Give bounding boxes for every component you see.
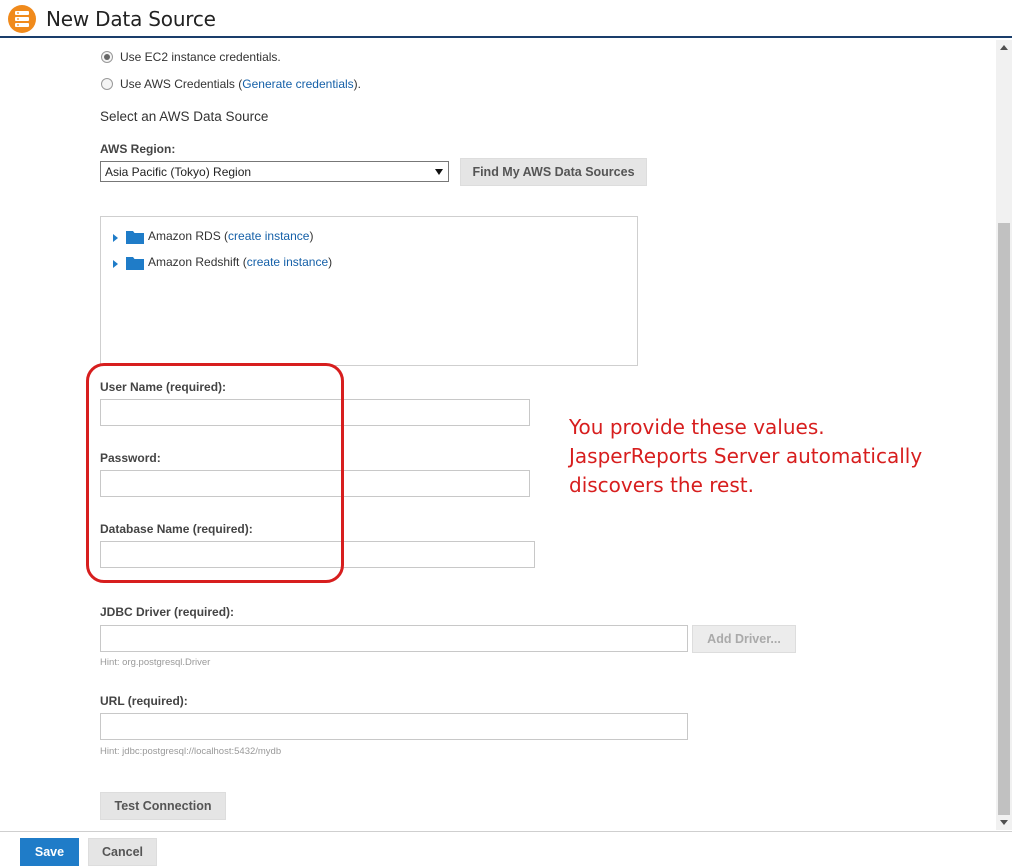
generate-credentials-link[interactable]: Generate credentials (242, 77, 353, 91)
test-connection-button[interactable]: Test Connection (100, 792, 226, 820)
amazon-rds-label: Amazon RDS (148, 229, 221, 243)
folder-icon (126, 257, 144, 270)
jdbc-driver-label: JDBC Driver (required): (100, 605, 235, 619)
scroll-up-icon[interactable] (1000, 45, 1008, 50)
scrollbar-thumb[interactable] (998, 223, 1010, 815)
url-field[interactable] (100, 713, 688, 740)
jdbc-driver-hint: Hint: org.postgresql.Driver (100, 657, 211, 668)
aws-credentials-suffix: ). (353, 77, 362, 91)
create-instance-link[interactable]: create instance (228, 229, 309, 243)
footer-bar: Save Cancel (0, 831, 1012, 868)
tree-item-label: Amazon Redshift (create instance) (148, 255, 333, 269)
annotation-line: You provide these values. (569, 415, 825, 439)
callout-highlight (86, 363, 344, 583)
amazon-redshift-label: Amazon Redshift (148, 255, 240, 269)
annotation-line: JasperReports Server automatically (569, 444, 923, 468)
ec2-credentials-radio[interactable] (101, 51, 113, 63)
aws-credentials-radio[interactable] (101, 78, 113, 90)
aws-credentials-text: Use AWS Credentials ( (120, 77, 243, 91)
save-button[interactable]: Save (20, 838, 79, 866)
find-aws-data-sources-button[interactable]: Find My AWS Data Sources (460, 158, 647, 186)
cancel-button[interactable]: Cancel (88, 838, 157, 866)
aws-credentials-label: Use AWS Credentials (Generate credential… (120, 77, 361, 91)
create-instance-link[interactable]: create instance (247, 255, 328, 269)
folder-icon (126, 231, 144, 244)
expand-arrow-icon[interactable] (113, 234, 118, 242)
ec2-credentials-label: Use EC2 instance credentials. (120, 50, 281, 64)
tree-item-label: Amazon RDS (create instance) (148, 229, 314, 243)
add-driver-button[interactable]: Add Driver... (692, 625, 796, 653)
aws-region-select[interactable]: Asia Pacific (Tokyo) Region (100, 161, 449, 182)
scroll-down-icon[interactable] (1000, 820, 1008, 825)
page-header: New Data Source (0, 0, 1012, 38)
chevron-down-icon (435, 169, 443, 175)
expand-arrow-icon[interactable] (113, 260, 118, 268)
url-hint: Hint: jdbc:postgresql://localhost:5432/m… (100, 746, 282, 757)
vertical-scrollbar[interactable] (996, 40, 1012, 830)
aws-data-source-heading: Select an AWS Data Source (100, 109, 269, 124)
aws-region-label: AWS Region: (100, 142, 176, 156)
aws-region-value: Asia Pacific (Tokyo) Region (105, 165, 252, 179)
jdbc-driver-field[interactable] (100, 625, 688, 652)
aws-data-source-tree: Amazon RDS (create instance) Amazon Reds… (100, 216, 638, 366)
url-label: URL (required): (100, 694, 188, 708)
annotation-line: discovers the rest. (569, 473, 754, 497)
page-title: New Data Source (46, 7, 216, 31)
database-icon (8, 5, 36, 33)
annotation-text: You provide these values. JasperReports … (569, 413, 959, 500)
